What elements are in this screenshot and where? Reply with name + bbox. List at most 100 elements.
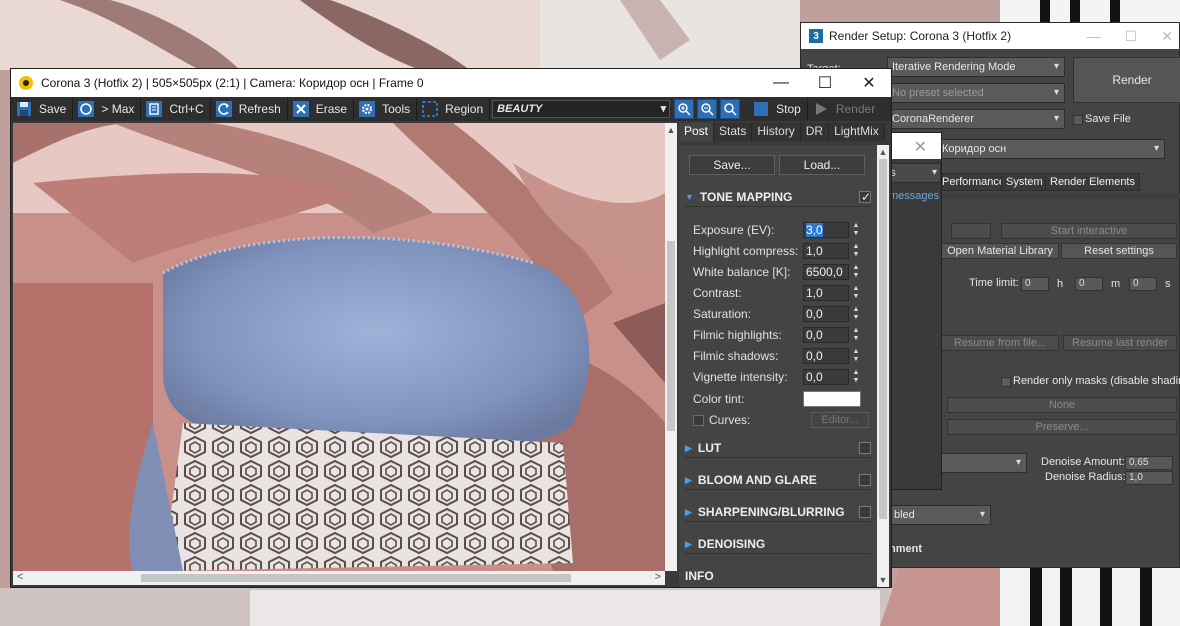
time-hours-spinner[interactable]: 0 [1021,277,1049,291]
bloom-glare-checkbox[interactable] [859,473,871,486]
white-balance-input[interactable]: 6500,0 [803,264,849,280]
sharpening-checkbox[interactable] [859,505,871,518]
exposure-input[interactable]: 3,0 [803,222,849,238]
saturation-input[interactable]: 0,0 [803,306,849,322]
time-minutes-spinner[interactable]: 0 [1075,277,1103,291]
resume-from-file-button[interactable]: Resume from file... [941,335,1059,351]
tab-system[interactable]: System [1001,173,1048,191]
bloom-glare-section[interactable]: ▶ BLOOM AND GLARE [685,470,871,490]
vfb-titlebar[interactable]: Corona 3 (Hotfix 2) | 505×505px (2:1) | … [11,69,891,97]
scroll-thumb[interactable] [141,574,571,582]
tab-post[interactable]: Post [679,123,715,141]
sharpening-section[interactable]: ▶ SHARPENING/BLURRING [685,502,871,522]
refresh-label: Refresh [238,102,281,116]
chevron-left-icon[interactable]: < [17,571,23,583]
render-pass-dropdown[interactable]: BEAUTY ▾ [492,100,671,118]
load-settings-button[interactable]: Load... [779,155,865,175]
tab-stats[interactable]: Stats [714,123,753,141]
highlight-compress-input[interactable]: 1,0 [803,243,849,259]
spinner-arrows-icon[interactable]: ▲ ▼ [851,243,861,259]
open-material-library-button[interactable]: Open Material Library [941,243,1059,259]
panel-vertical-scrollbar[interactable]: ▲ ▼ [877,145,889,587]
render-preview[interactable] [13,123,665,571]
save-file-checkbox[interactable] [1073,115,1083,125]
tools-button[interactable]: Tools [356,98,418,120]
minimize-icon[interactable]: — [1087,28,1101,45]
zoom-in-icon[interactable] [674,99,695,119]
lut-section[interactable]: ▶ LUT [685,438,871,458]
spinner-arrows-icon[interactable]: ▲ ▼ [851,327,861,343]
spinner-arrows-icon[interactable]: ▲ ▼ [851,285,861,301]
preserve-button[interactable]: Preserve... [947,419,1177,435]
contrast-input[interactable]: 1,0 [803,285,849,301]
time-seconds-spinner[interactable]: 0 [1129,277,1157,291]
save-button[interactable]: Save [13,98,74,120]
enabled-dropdown[interactable]: bled [889,505,991,525]
denoise-radius-spinner[interactable]: 1,0 [1125,471,1173,485]
tab-performance[interactable]: Performance [937,173,1010,191]
tone-mapping-checkbox[interactable] [859,187,871,207]
spinner-arrows-icon[interactable]: ▲ ▼ [851,264,861,280]
vignette-input[interactable]: 0,0 [803,369,849,385]
spinner-arrows-icon[interactable]: ▲ ▼ [851,369,861,385]
image-horizontal-scrollbar[interactable]: < > [13,571,665,585]
denoising-section[interactable]: ▶ DENOISING [685,534,871,554]
color-tint-swatch[interactable] [803,391,861,407]
image-vertical-scrollbar[interactable]: ▲ [665,123,677,571]
curves-editor-button[interactable]: Editor... [811,412,869,428]
start-render-button-partial[interactable] [951,223,991,239]
stop-button[interactable]: Stop [750,98,808,120]
maximize-icon[interactable]: ☐ [1125,28,1138,45]
scroll-thumb[interactable] [879,159,887,519]
erase-button[interactable]: Erase [290,98,355,120]
render-button[interactable]: Render [810,98,881,120]
reset-settings-button[interactable]: Reset settings [1061,243,1177,259]
render-setup-titlebar[interactable]: 3 Render Setup: Corona 3 (Hotfix 2) — ☐ ✕ [801,23,1179,49]
filmic-highlights-input[interactable]: 0,0 [803,327,849,343]
view-dropdown[interactable]: Коридор осн [937,139,1165,159]
close-icon[interactable]: ✕ [914,137,927,157]
resume-last-render-button[interactable]: Resume last render [1063,335,1177,351]
close-icon[interactable]: ✕ [847,73,891,93]
messages-link[interactable]: messages [889,190,939,202]
render-button[interactable]: Render [1073,57,1180,103]
chevron-down-icon: ▾ [660,103,667,115]
chevron-up-icon[interactable]: ▲ [665,125,677,135]
zoom-fit-icon[interactable] [720,99,741,119]
lut-checkbox[interactable] [859,441,871,454]
stop-icon [752,100,770,118]
curves-checkbox[interactable] [693,414,704,426]
none-button[interactable]: None [947,397,1177,413]
tab-render-elements[interactable]: Render Elements [1045,173,1140,191]
preset-dropdown[interactable]: No preset selected [887,83,1065,103]
spinner-arrows-icon[interactable]: ▲ ▼ [851,348,861,364]
maximize-icon[interactable]: ☐ [803,73,847,93]
tab-history[interactable]: History [752,123,801,141]
tone-mapping-section[interactable]: ▼ TONE MAPPING [685,187,871,207]
spinner-arrows-icon[interactable]: ▲ ▼ [851,306,861,322]
spinner-arrows-icon[interactable]: ▲ ▼ [851,222,861,238]
send-to-max-button[interactable]: > Max [75,98,142,120]
scroll-thumb[interactable] [667,241,675,431]
denoise-amount-spinner[interactable]: 0,65 [1125,456,1173,470]
info-section[interactable]: INFO [685,566,871,586]
refresh-button[interactable]: Refresh [213,98,288,120]
zoom-out-icon[interactable] [697,99,718,119]
target-dropdown[interactable]: Iterative Rendering Mode [887,57,1065,77]
minimize-icon[interactable]: — [759,74,803,92]
denoise-mode-dropdown[interactable] [941,453,1027,473]
renderer-dropdown[interactable]: CoronaRenderer [887,109,1065,129]
close-icon[interactable]: ✕ [1161,28,1173,45]
region-button[interactable]: Region [419,98,491,120]
tab-lightmix[interactable]: LightMix [829,123,885,141]
start-interactive-button[interactable]: Start interactive [1001,223,1177,239]
tab-dr[interactable]: DR [800,123,830,141]
save-label: Save [39,102,67,116]
render-only-masks-checkbox[interactable] [1001,377,1011,387]
chevron-right-icon[interactable]: > [655,571,661,583]
copy-button[interactable]: Ctrl+C [143,98,211,120]
chevron-down-icon[interactable]: ▼ [877,575,889,585]
save-settings-button[interactable]: Save... [689,155,775,175]
filmic-shadows-input[interactable]: 0,0 [803,348,849,364]
chevron-up-icon[interactable]: ▲ [877,147,889,157]
